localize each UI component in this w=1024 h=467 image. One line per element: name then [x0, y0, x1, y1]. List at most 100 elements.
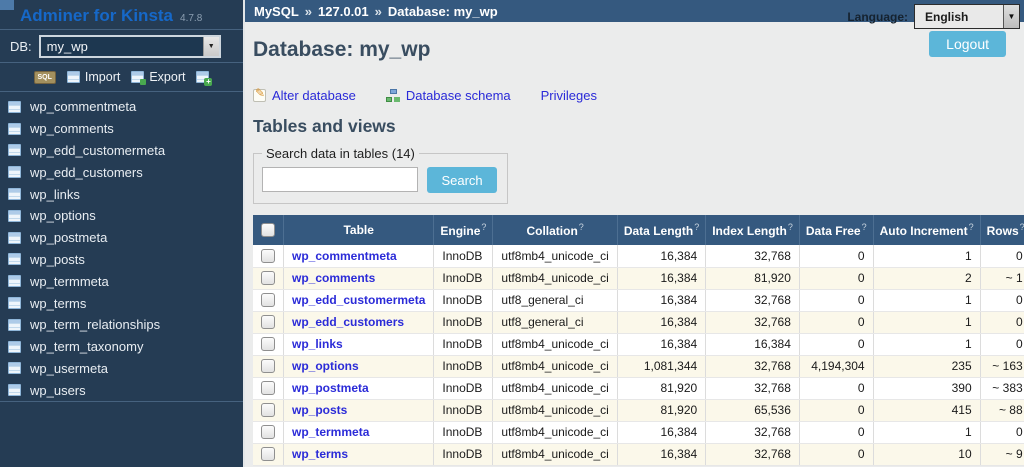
breadcrumb-server-link[interactable]: 127.0.01 [318, 4, 369, 19]
table-row: wp_edd_customermetaInnoDButf8_general_ci… [253, 289, 1024, 311]
row-checkbox[interactable] [261, 425, 275, 439]
table-name-link[interactable]: wp_terms [292, 447, 348, 461]
cell-checkbox [253, 245, 284, 267]
row-checkbox[interactable] [261, 359, 275, 373]
sidebar-table-link[interactable]: wp_terms [30, 296, 86, 311]
sidebar-table-link[interactable]: wp_postmeta [30, 230, 107, 245]
sidebar-table-link[interactable]: wp_edd_customers [30, 165, 143, 180]
cell-rows: 0 [980, 421, 1024, 443]
table-name-link[interactable]: wp_edd_customermeta [292, 293, 425, 307]
cell-engine: InnoDB [434, 267, 493, 289]
sidebar-table-item: wp_commentmeta [0, 96, 243, 118]
sidebar-table-link[interactable]: wp_users [30, 383, 86, 398]
app-title: Adminer for Kinsta 4.7.8 [20, 6, 202, 26]
cell-rows: ~ 88 [980, 399, 1024, 421]
row-checkbox[interactable] [261, 315, 275, 329]
logout-button[interactable]: Logout [929, 31, 1006, 57]
create-table-link[interactable] [196, 71, 209, 83]
cell-data_free: 0 [799, 443, 873, 465]
search-button[interactable]: Search [427, 167, 496, 193]
sidebar-table-link[interactable]: wp_comments [30, 121, 114, 136]
sidebar-table-link[interactable]: wp_commentmeta [30, 99, 136, 114]
table-icon [8, 101, 21, 113]
search-input[interactable] [262, 167, 418, 192]
tables-tbody: wp_commentmetaInnoDButf8mb4_unicode_ci16… [253, 245, 1024, 465]
table-name-link[interactable]: wp_edd_customers [292, 315, 404, 329]
sidebar-table-link[interactable]: wp_posts [30, 252, 85, 267]
cell-auto_increment: 235 [873, 355, 980, 377]
sidebar-table-link[interactable]: wp_termmeta [30, 274, 109, 289]
cell-data_length: 81,920 [617, 377, 705, 399]
table-name-link[interactable]: wp_comments [292, 271, 375, 285]
cell-checkbox [253, 333, 284, 355]
cell-data_free: 0 [799, 333, 873, 355]
sidebar-table-item: wp_usermeta [0, 358, 243, 380]
cell-name: wp_posts [284, 399, 434, 421]
privileges-link[interactable]: Privileges [541, 88, 597, 103]
cell-index_length: 32,768 [706, 289, 800, 311]
sidebar-table-link[interactable]: wp_edd_customermeta [30, 143, 165, 158]
alter-database-link[interactable]: Alter database [253, 88, 356, 103]
table-name-link[interactable]: wp_posts [292, 403, 347, 417]
select-all-checkbox[interactable] [261, 223, 275, 237]
help-link[interactable]: ? [694, 222, 699, 232]
table-name-link[interactable]: wp_termmeta [292, 425, 369, 439]
row-checkbox[interactable] [261, 271, 275, 285]
cell-engine: InnoDB [434, 333, 493, 355]
cell-data_free: 0 [799, 311, 873, 333]
language-select[interactable]: English ▼ [914, 4, 1020, 29]
row-checkbox[interactable] [261, 293, 275, 307]
table-row: wp_commentmetaInnoDButf8mb4_unicode_ci16… [253, 245, 1024, 267]
import-link[interactable]: Import [67, 70, 120, 84]
help-link[interactable]: ? [788, 222, 793, 232]
cell-data_free: 0 [799, 399, 873, 421]
sidebar-table-link[interactable]: wp_term_taxonomy [30, 339, 143, 354]
cell-data_free: 0 [799, 289, 873, 311]
sidebar-header: Adminer for Kinsta 4.7.8 [0, 0, 243, 30]
cell-rows: 0 [980, 311, 1024, 333]
column-header-rows: Rows? [980, 215, 1024, 245]
sql-command-link[interactable]: SQL [34, 71, 56, 84]
help-link[interactable]: ? [862, 222, 867, 232]
cell-engine: InnoDB [434, 399, 493, 421]
sidebar-table-item: wp_comments [0, 118, 243, 140]
column-label: Data Length [624, 224, 693, 238]
cell-data_free: 4,194,304 [799, 355, 873, 377]
cell-rows: ~ 1 [980, 267, 1024, 289]
sidebar-table-link[interactable]: wp_options [30, 208, 96, 223]
row-checkbox[interactable] [261, 403, 275, 417]
select-all-header [253, 215, 284, 245]
table-icon [8, 362, 21, 374]
database-schema-link[interactable]: Database schema [386, 88, 511, 103]
page-title: Database: my_wp [253, 38, 1024, 62]
row-checkbox[interactable] [261, 337, 275, 351]
breadcrumb-mysql-link[interactable]: MySQL [254, 4, 299, 19]
table-name-link[interactable]: wp_links [292, 337, 343, 351]
column-label: Index Length [712, 224, 787, 238]
cell-engine: InnoDB [434, 245, 493, 267]
column-header-name: Table [284, 215, 434, 245]
cell-name: wp_links [284, 333, 434, 355]
sidebar-table-item: wp_options [0, 205, 243, 227]
row-checkbox[interactable] [261, 381, 275, 395]
table-icon [8, 341, 21, 353]
table-name-link[interactable]: wp_postmeta [292, 381, 369, 395]
row-checkbox[interactable] [261, 249, 275, 263]
sidebar-table-link[interactable]: wp_links [30, 187, 80, 202]
row-checkbox[interactable] [261, 447, 275, 461]
help-link[interactable]: ? [481, 222, 486, 232]
table-row: wp_postmetaInnoDButf8mb4_unicode_ci81,92… [253, 377, 1024, 399]
export-link[interactable]: Export [131, 70, 185, 84]
table-name-link[interactable]: wp_options [292, 359, 359, 373]
help-link[interactable]: ? [1020, 222, 1024, 232]
sidebar-table-link[interactable]: wp_usermeta [30, 361, 108, 376]
help-link[interactable]: ? [969, 222, 974, 232]
sidebar-table-link[interactable]: wp_term_relationships [30, 317, 160, 332]
cell-name: wp_edd_customers [284, 311, 434, 333]
cell-collation: utf8mb4_unicode_ci [493, 245, 617, 267]
table-name-link[interactable]: wp_commentmeta [292, 249, 397, 263]
table-row: wp_termsInnoDButf8mb4_unicode_ci16,38432… [253, 443, 1024, 465]
adminer-title-link[interactable]: Adminer for Kinsta [20, 6, 173, 26]
db-select[interactable]: my_wp ▼ [39, 35, 221, 58]
help-link[interactable]: ? [579, 222, 584, 232]
